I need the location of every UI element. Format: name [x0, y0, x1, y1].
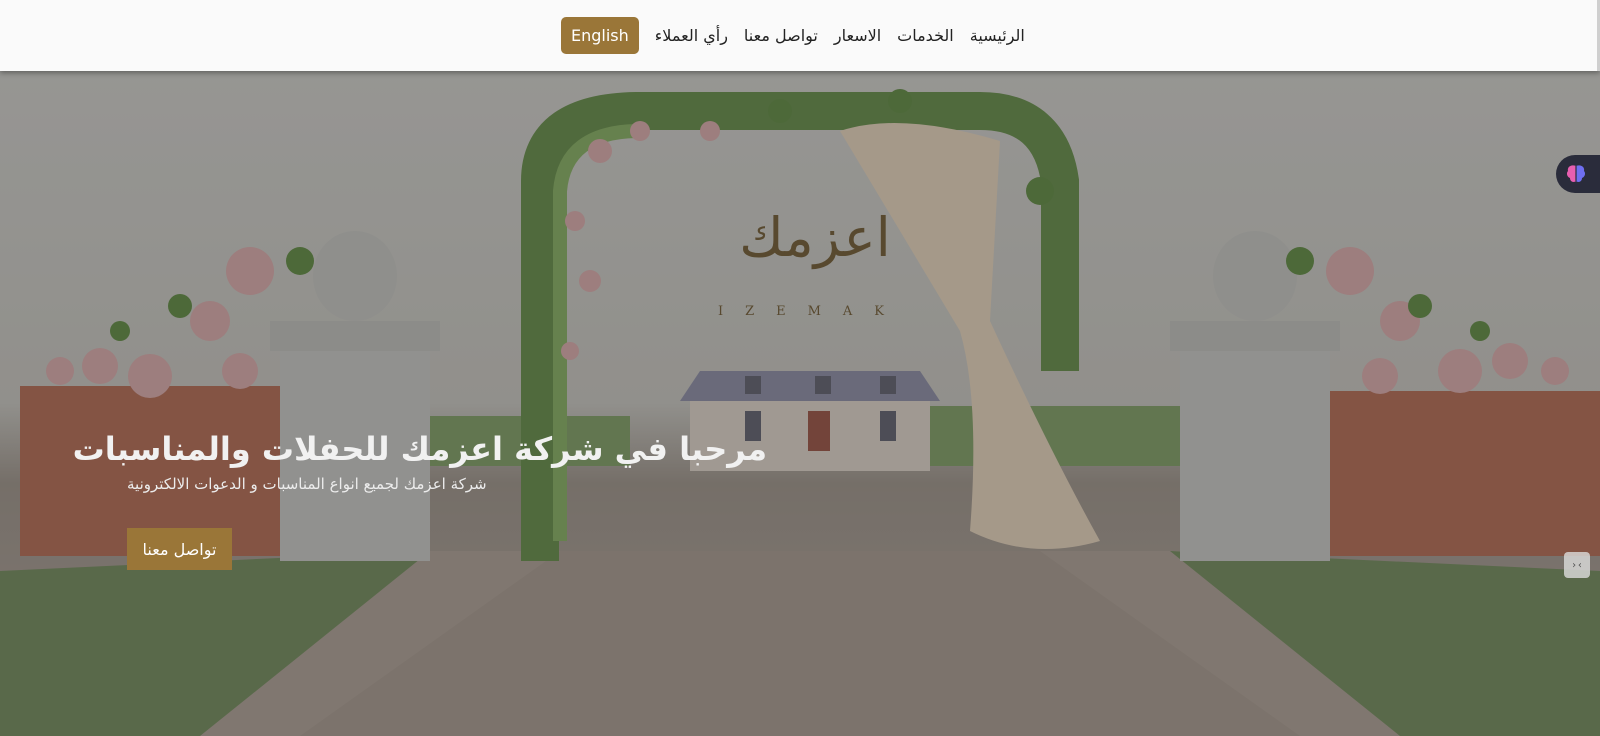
contact-us-button[interactable]: تواصل معنا	[127, 528, 232, 570]
language-button[interactable]: English	[561, 16, 639, 54]
hero-text-block: مرحبا في شركة اعزمك للحفلات والمناسبات ش…	[72, 429, 767, 493]
brain-extension-widget[interactable]	[1556, 155, 1600, 193]
top-navbar: الرئيسية الخدمات الاسعار تواصل معنا رأي …	[0, 0, 1600, 71]
nav-menu: الرئيسية الخدمات الاسعار تواصل معنا رأي …	[561, 16, 1025, 54]
brain-icon	[1566, 165, 1586, 182]
hero-title: مرحبا في شركة اعزمك للحفلات والمناسبات	[72, 430, 767, 468]
code-icon[interactable]: ›‹	[1564, 552, 1590, 578]
nav-item-services[interactable]: الخدمات	[897, 26, 954, 45]
nav-item-testimonials[interactable]: رأي العملاء	[655, 26, 728, 45]
nav-item-contact[interactable]: تواصل معنا	[744, 26, 818, 45]
hero-dark-overlay	[0, 71, 1600, 736]
hero-section: اعزمك IZEMAK مرحبا في شركة اعزمك للحفلات…	[0, 71, 1600, 736]
hero-subtitle: شركة اعزمك لجميع انواع المناسبات و الدعو…	[127, 475, 487, 493]
nav-item-prices[interactable]: الاسعار	[834, 26, 881, 45]
nav-item-home[interactable]: الرئيسية	[970, 26, 1025, 45]
